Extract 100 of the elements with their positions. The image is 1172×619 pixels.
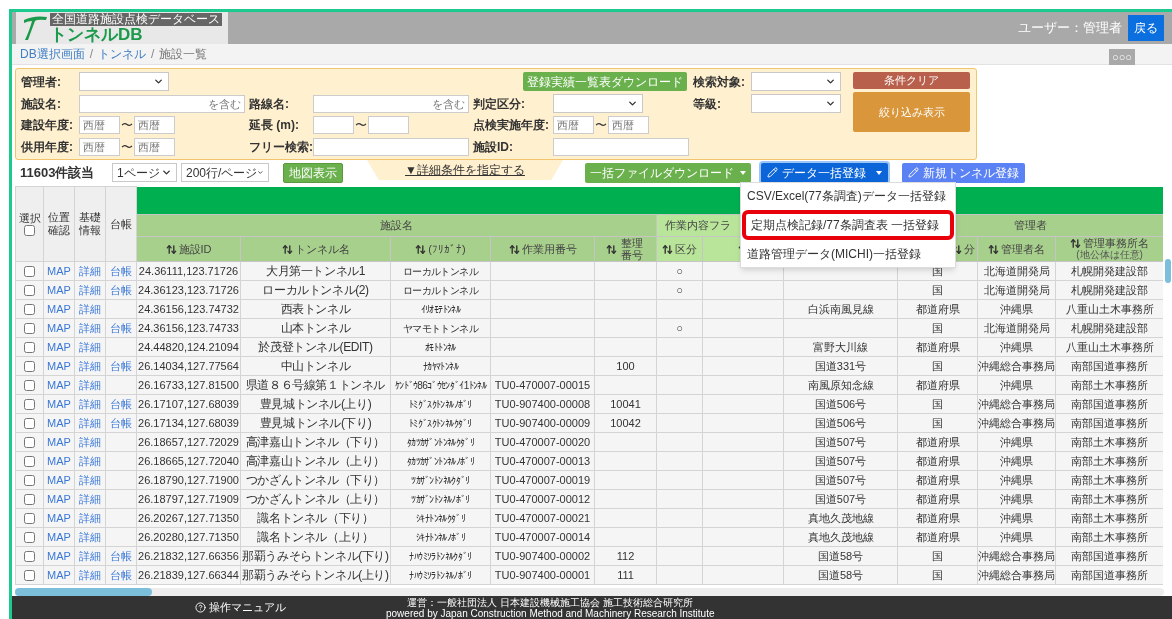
table-cell: 南風原知念線	[807, 378, 874, 391]
table-cell: 沖縄県	[1000, 530, 1033, 543]
table-cell: 南部土木事務所	[1071, 454, 1149, 467]
table-cell: 都道府県	[915, 511, 960, 524]
table-cell: 南部国道事務所	[1071, 416, 1149, 429]
table-cell: 26.14034,127.77564	[138, 359, 239, 372]
header-label: 区分	[675, 243, 697, 255]
table-cell: 豊見城トンネル(下り)	[259, 416, 372, 430]
table-cell: 豊見城トンネル(上り)	[259, 397, 372, 411]
table-cell: 高津嘉山トンネル（下り）	[245, 435, 386, 449]
header-label: 分	[964, 243, 975, 255]
table-cell: ﾀｶﾂｶｻﾞﾝﾄﾝﾈﾙﾉﾎﾞﾘ	[406, 455, 475, 467]
table-cell: 富野大川線	[813, 340, 868, 353]
header-label: 選択	[18, 212, 41, 225]
table-cell: ｼｷﾅﾄﾝﾈﾙｸﾀﾞﾘ	[416, 512, 465, 524]
table-cell: 10041	[610, 397, 641, 410]
table-cell: 大月第一トンネル1	[265, 264, 366, 278]
field-label: 管理者:	[21, 73, 62, 91]
field-label: 延長 (m):	[249, 117, 300, 135]
table-cell: つかざんトンネル（下り）	[245, 473, 386, 487]
table-cell: ローカルトンネル	[402, 284, 479, 296]
range-separator: 〜	[354, 117, 368, 135]
table-cell: TU0-907400-00008	[494, 397, 591, 410]
operator-text: 運営：一般社団法人 日本建設機械施工協会 施工技術総合研究所	[407, 596, 694, 608]
field-label: 施設ID:	[473, 138, 514, 156]
table-cell: 沖縄県	[1000, 435, 1033, 448]
table-cell: 南部国道事務所	[1071, 397, 1149, 410]
table-cell: 都道府県	[915, 492, 960, 505]
table-cell: 国道506号	[814, 416, 867, 429]
header-label: 位置確認	[47, 211, 71, 237]
table-cell: 国	[932, 549, 943, 562]
table-cell: TU0-907400-00002	[494, 549, 591, 562]
table-cell: 100	[616, 359, 635, 372]
breadcrumb-separator: /	[151, 46, 155, 63]
table-cell: 26.18790,127.71900	[138, 473, 239, 486]
table-cell: ﾄﾐｸﾞｽｸﾄﾝﾈﾙｸﾀﾞﾘ	[409, 417, 472, 429]
table-cell: 24.36156,123.74733	[138, 321, 239, 334]
table-cell: 識名トンネル（上り）	[257, 530, 374, 544]
field-label: 判定区分:	[473, 95, 526, 113]
table-cell: 真地久茂地線	[807, 530, 874, 543]
table-cell: 南部国道事務所	[1071, 549, 1149, 562]
field-label: フリー検索:	[249, 138, 313, 156]
table-cell: ﾅﾊｳﾐｿﾗﾄﾝﾈﾙﾉﾎﾞﾘ	[409, 569, 472, 581]
table-cell: ローカルトンネル(2)	[262, 283, 369, 297]
table-cell: 24.36111,123.71726	[138, 264, 239, 277]
field-label: 等級:	[693, 95, 722, 113]
table-cell: 26.21839,127.66344	[138, 568, 239, 581]
table-cell: ｲﾘｵﾓﾃﾄﾝﾈﾙ	[420, 303, 461, 315]
table-cell: 山本トンネル	[280, 321, 351, 335]
table-cell: 都道府県	[915, 340, 960, 353]
table-cell: 26.16733,127.81500	[138, 378, 239, 391]
header-label: (ﾌﾘｶﾞﾅ)	[428, 243, 466, 255]
table-cell: TU0-470007-00021	[494, 511, 591, 524]
breadcrumb-separator: /	[89, 46, 93, 63]
table-cell: 西表トンネル	[280, 302, 351, 316]
table-cell: 都道府県	[915, 302, 960, 315]
table-cell: 10042	[610, 416, 641, 429]
table-cell: 国道506号	[814, 397, 867, 410]
table-cell: 高津嘉山トンネル（上り）	[245, 454, 386, 468]
table-cell: 南部土木事務所	[1071, 473, 1149, 486]
table-cell: 沖縄県	[1000, 340, 1033, 353]
table-cell: 中山トンネル	[280, 359, 351, 373]
table-cell: TU0-470007-00014	[494, 530, 591, 543]
table-cell: 26.17134,127.68039	[138, 416, 239, 429]
table-cell: 於茂登トンネル(EDIT)	[258, 340, 373, 354]
table-cell: 沖縄総合事務局	[978, 549, 1055, 562]
table-cell: 112	[616, 549, 635, 562]
table-cell: ﾀｶﾂｶｻﾞﾝﾄﾝﾈﾙｸﾀﾞﾘ	[406, 436, 475, 448]
table-cell: TU0-907400-00009	[494, 416, 591, 429]
header-label: 管理事務所名	[1083, 237, 1150, 249]
field-label: 検索対象:	[693, 73, 746, 91]
table-cell: 26.20280,127.71350	[138, 530, 239, 543]
logo-subtitle: 全国道路施設点検データベース	[50, 12, 222, 26]
table-cell: 都道府県	[915, 473, 960, 486]
range-separator: 〜	[594, 117, 608, 135]
table-cell: 都道府県	[915, 378, 960, 391]
table-cell: 国	[932, 568, 943, 581]
table-cell: 南部土木事務所	[1071, 435, 1149, 448]
table-cell: 北海道開発局	[983, 264, 1050, 277]
header-label: トンネル名	[294, 243, 350, 255]
table-cell: 那覇うみそらトンネル(下り)	[242, 549, 389, 563]
header-label: 施設ID	[178, 243, 212, 255]
table-cell: TU0-470007-00015	[494, 378, 591, 391]
table-cell: 沖縄県	[1000, 492, 1033, 505]
table-cell: ﾅﾊｳﾐｿﾗﾄﾝﾈﾙｸﾀﾞﾘ	[409, 550, 472, 562]
field-label: 建設年度:	[21, 117, 74, 135]
user-label: ユーザー：管理者	[1018, 19, 1122, 38]
range-separator: 〜	[120, 117, 134, 135]
table-cell: 北海道開発局	[983, 283, 1050, 296]
table-cell: 沖縄総合事務局	[978, 359, 1055, 372]
table-cell: TU0-907400-00001	[494, 568, 591, 581]
table-cell: 沖縄県	[1000, 302, 1033, 315]
table-cell: 八重山土木事務所	[1065, 340, 1154, 353]
table-cell: 24.44820,124.21094	[138, 340, 239, 353]
table-cell: 沖縄総合事務局	[978, 416, 1055, 429]
table-cell: 南部土木事務所	[1071, 492, 1149, 505]
table-cell: 国道507号	[814, 473, 867, 486]
header-label: 作業用番号	[521, 243, 577, 255]
table-cell: TU0-470007-00020	[494, 435, 591, 448]
table-cell: 都道府県	[915, 454, 960, 467]
